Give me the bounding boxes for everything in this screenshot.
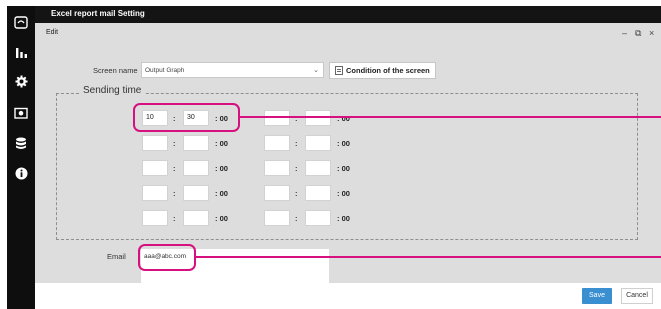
minute-input[interactable] xyxy=(305,160,331,176)
minute-input[interactable] xyxy=(305,110,331,126)
minute-input[interactable] xyxy=(305,135,331,151)
settings-panel: Screen name Output Graph ⌄ Condition of … xyxy=(35,45,661,283)
info-icon[interactable] xyxy=(13,165,29,181)
chevron-down-icon: ⌄ xyxy=(313,67,319,74)
cancel-button[interactable]: Cancel xyxy=(621,288,653,304)
minimize-icon[interactable]: – xyxy=(622,28,627,38)
time-colon: : xyxy=(295,139,298,148)
minute-input[interactable] xyxy=(183,185,209,201)
hour-input[interactable] xyxy=(142,160,168,176)
seconds-suffix: : 00 xyxy=(337,214,350,223)
hour-input[interactable] xyxy=(264,160,290,176)
hour-input[interactable] xyxy=(264,110,290,126)
left-icon-sidebar xyxy=(7,6,35,309)
hour-input[interactable] xyxy=(264,185,290,201)
window-title: Excel report mail Setting xyxy=(51,9,145,18)
document-icon xyxy=(335,66,343,75)
time-colon: : xyxy=(295,214,298,223)
time-colon: : xyxy=(173,214,176,223)
minute-input[interactable] xyxy=(183,210,209,226)
time-colon: : xyxy=(173,189,176,198)
screen-name-select[interactable]: Output Graph ⌄ xyxy=(141,62,324,78)
condition-of-screen-button[interactable]: Condition of the screen xyxy=(329,62,436,79)
email-label: Email xyxy=(107,252,126,261)
screen-name-label: Screen name xyxy=(93,66,138,75)
camera-icon[interactable] xyxy=(13,105,29,121)
time-colon: : xyxy=(173,164,176,173)
edit-menu[interactable]: Edit xyxy=(46,29,58,36)
time-highlight-outline xyxy=(133,103,240,132)
dialog-footer: Save Cancel xyxy=(35,283,661,309)
save-button[interactable]: Save xyxy=(582,288,612,304)
monitor-icon[interactable] xyxy=(13,14,29,30)
email-callout-line xyxy=(196,256,661,258)
time-colon: : xyxy=(295,189,298,198)
hour-input[interactable] xyxy=(142,210,168,226)
seconds-suffix: : 00 xyxy=(215,139,228,148)
hour-input[interactable] xyxy=(142,135,168,151)
time-callout-line xyxy=(240,116,661,118)
screen-name-value: Output Graph xyxy=(145,67,185,74)
seconds-suffix: : 00 xyxy=(215,164,228,173)
minute-input[interactable] xyxy=(183,160,209,176)
gear-icon[interactable] xyxy=(13,73,29,89)
sending-time-legend: Sending time xyxy=(79,85,146,96)
maximize-icon[interactable]: ⧉ xyxy=(635,28,641,39)
time-colon: : xyxy=(173,139,176,148)
minute-input[interactable] xyxy=(183,135,209,151)
bar-chart-icon[interactable] xyxy=(13,44,29,60)
email-highlight-outline xyxy=(138,244,196,271)
title-bar: Excel report mail Setting xyxy=(35,6,661,23)
database-icon[interactable] xyxy=(13,135,29,151)
seconds-suffix: : 00 xyxy=(337,139,350,148)
seconds-suffix: : 00 xyxy=(337,164,350,173)
time-colon: : xyxy=(295,164,298,173)
minute-input[interactable] xyxy=(305,210,331,226)
excel-report-mail-setting-app: Excel report mail Setting Edit – ⧉ × Scr… xyxy=(0,0,661,309)
minute-input[interactable] xyxy=(305,185,331,201)
hour-input[interactable] xyxy=(142,185,168,201)
seconds-suffix: : 00 xyxy=(215,189,228,198)
close-icon[interactable]: × xyxy=(649,28,654,38)
seconds-suffix: : 00 xyxy=(337,189,350,198)
condition-button-label: Condition of the screen xyxy=(346,66,430,75)
seconds-suffix: : 00 xyxy=(215,214,228,223)
hour-input[interactable] xyxy=(264,135,290,151)
menu-bar: Edit – ⧉ × xyxy=(35,23,661,45)
hour-input[interactable] xyxy=(264,210,290,226)
